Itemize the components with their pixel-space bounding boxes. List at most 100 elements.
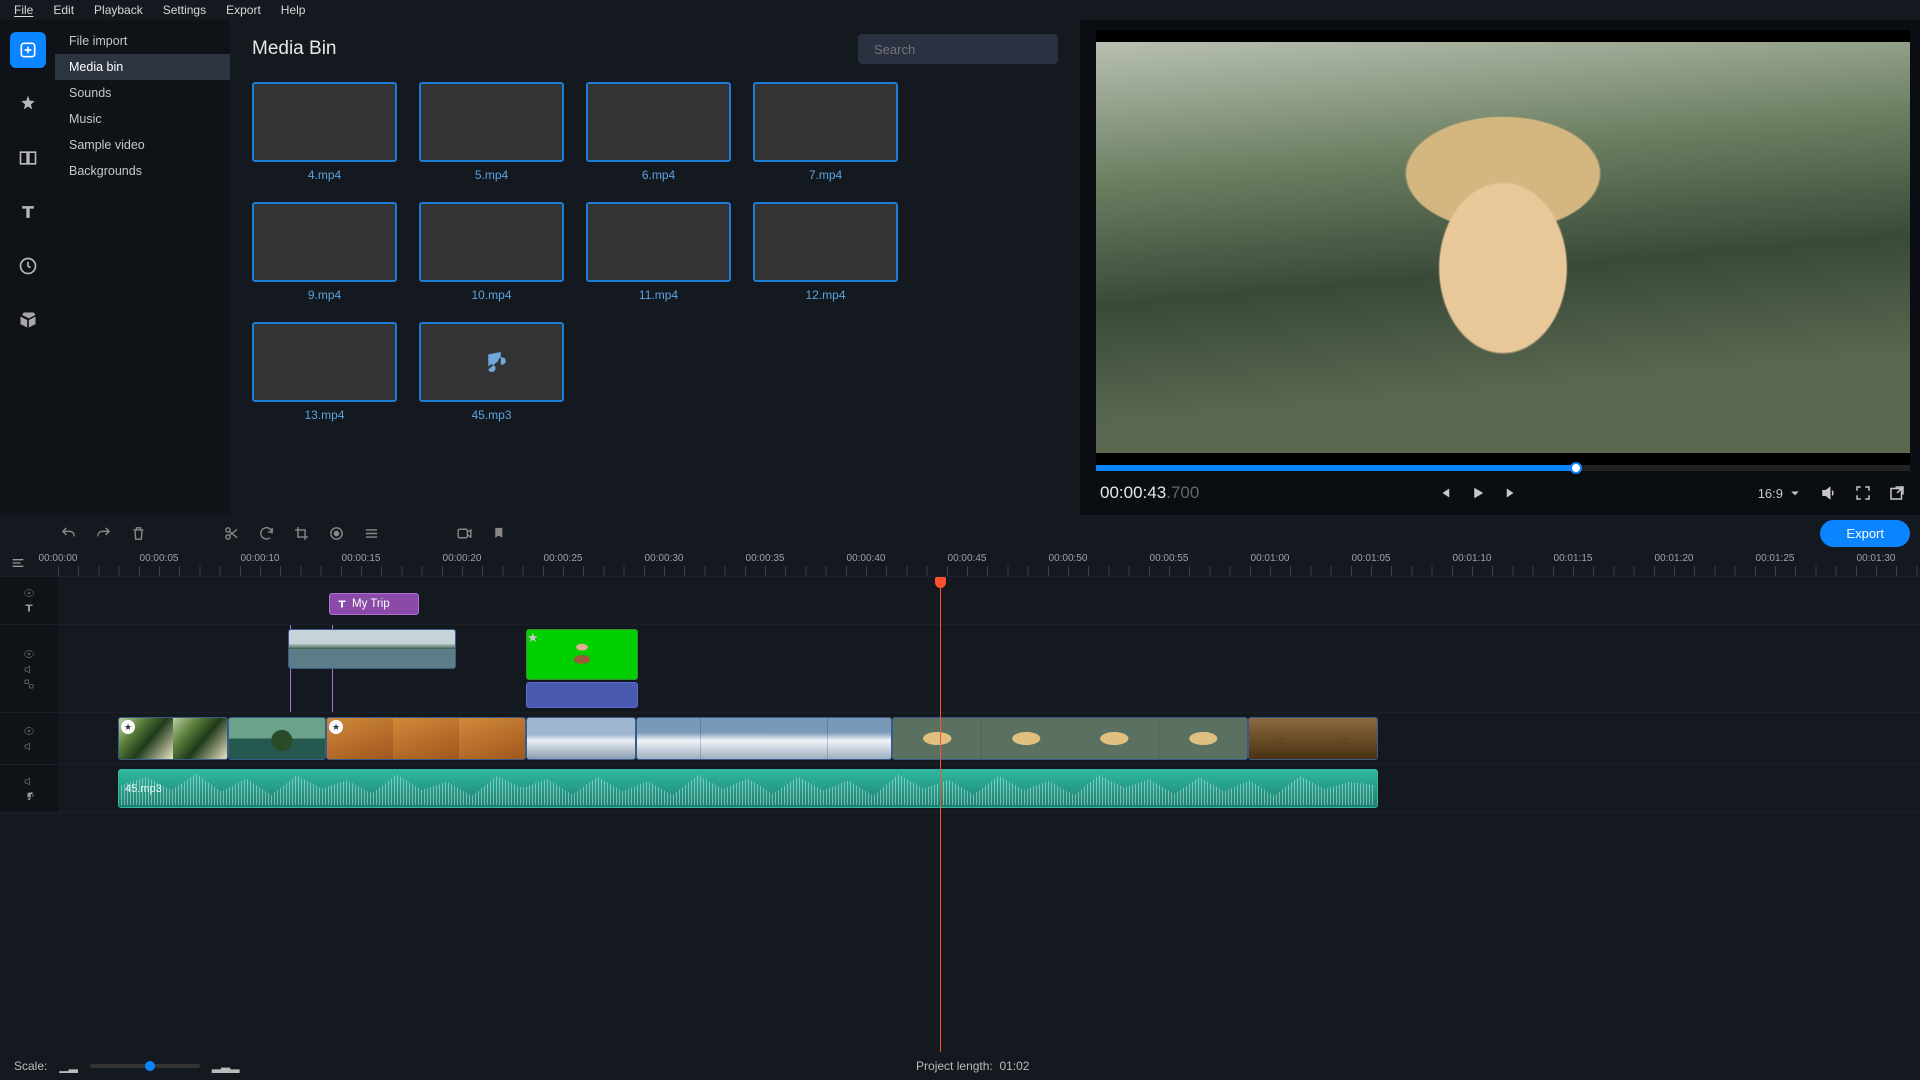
ruler-tick: 00:01:10 [1453, 553, 1492, 564]
timeline-video-clip[interactable] [526, 717, 636, 760]
track-video: ★★ [0, 713, 1920, 765]
timeline-overlay-clip[interactable] [288, 629, 456, 669]
scale-knob[interactable] [145, 1061, 155, 1071]
redo-button[interactable] [95, 525, 112, 542]
scale-label: Scale: [14, 1059, 47, 1073]
aspect-ratio-button[interactable]: 16:9 [1758, 484, 1804, 502]
color-button[interactable] [328, 525, 345, 542]
tool-effects[interactable] [10, 86, 46, 122]
timeline-video-clip[interactable] [228, 717, 326, 760]
tool-titles[interactable] [10, 194, 46, 230]
undo-button[interactable] [60, 525, 77, 542]
menu-edit[interactable]: Edit [43, 1, 84, 19]
export-button[interactable]: Export [1820, 520, 1910, 547]
media-clip[interactable]: 13.mp4 [252, 322, 397, 422]
media-clip[interactable]: 9.mp4 [252, 202, 397, 302]
lane-overlay[interactable]: ★ [58, 625, 1920, 712]
timeline-audio-clip[interactable]: 45.mp3 [118, 769, 1378, 808]
preview-frame [1096, 42, 1910, 453]
scale-slider[interactable] [90, 1064, 200, 1068]
split-button[interactable] [223, 525, 240, 542]
preview-progress-knob[interactable] [1570, 462, 1582, 474]
clip-thumbnail [419, 202, 564, 282]
clip-thumbnail [419, 82, 564, 162]
timeline-video-clip[interactable] [636, 717, 892, 760]
timeline-video-clip[interactable] [1248, 717, 1378, 760]
lane-audio[interactable]: 45.mp3 [58, 765, 1920, 812]
fullscreen-button[interactable] [1854, 484, 1872, 502]
timeline-video-clip[interactable] [892, 717, 1248, 760]
tool-rail [0, 20, 55, 515]
prev-frame-button[interactable] [1435, 484, 1453, 502]
tool-more[interactable] [10, 302, 46, 338]
play-button[interactable] [1469, 484, 1487, 502]
next-frame-button[interactable] [1503, 484, 1521, 502]
category-music[interactable]: Music [55, 106, 230, 132]
rotate-button[interactable] [258, 525, 275, 542]
preview-panel: 00:00:43.700 16:9 [1080, 20, 1920, 515]
delete-button[interactable] [130, 525, 147, 542]
preview-timecode: 00:00:43.700 [1100, 483, 1199, 503]
tool-stickers[interactable] [10, 248, 46, 284]
lane-video[interactable]: ★★ [58, 713, 1920, 764]
media-clip[interactable]: 12.mp4 [753, 202, 898, 302]
media-clip[interactable]: 45.mp3 [419, 322, 564, 422]
ruler-tick: 00:00:30 [645, 553, 684, 564]
search-field[interactable] [858, 34, 1058, 64]
media-clip[interactable]: 5.mp4 [419, 82, 564, 182]
preview-progress[interactable] [1096, 465, 1910, 471]
clip-thumbnail [252, 322, 397, 402]
media-clip[interactable]: 10.mp4 [419, 202, 564, 302]
timeline-overlay-clip[interactable]: ★ [526, 629, 638, 708]
timeline-video-clip[interactable]: ★ [326, 717, 526, 760]
effect-star-icon: ★ [121, 720, 135, 734]
zoom-out-icon[interactable]: ▁▂ [59, 1059, 77, 1073]
properties-button[interactable] [363, 525, 380, 542]
menu-export[interactable]: Export [216, 1, 271, 19]
category-backgrounds[interactable]: Backgrounds [55, 158, 230, 184]
track-head-audio[interactable] [0, 765, 58, 812]
timeline-video-clip[interactable]: ★ [118, 717, 228, 760]
clip-name: 13.mp4 [304, 408, 344, 422]
category-sounds[interactable]: Sounds [55, 80, 230, 106]
record-button[interactable] [456, 525, 473, 542]
ruler-tick: 00:00:00 [39, 553, 78, 564]
effect-star-icon: ★ [329, 720, 343, 734]
marker-button[interactable] [491, 525, 508, 542]
menu-playback[interactable]: Playback [84, 1, 153, 19]
media-grid: 4.mp4 5.mp46.mp4 7.mp4 9.mp410.mp411.mp412.… [252, 82, 1058, 422]
media-clip[interactable]: 6.mp4 [586, 82, 731, 182]
clip-thumbnail [252, 202, 397, 282]
lane-titles[interactable]: My Trip [58, 577, 1920, 624]
menu-bar: FileEditPlaybackSettingsExportHelp [0, 0, 1920, 20]
media-bin: Media Bin 4.mp4 5.mp46.mp4 7.mp4 9.mp410.mp… [230, 20, 1080, 515]
media-clip[interactable]: 4.mp4 [252, 82, 397, 182]
media-bin-title: Media Bin [252, 38, 337, 60]
menu-file[interactable]: File [4, 1, 43, 19]
clip-name: 4.mp4 [308, 168, 341, 182]
track-audio: 45.mp3 [0, 765, 1920, 813]
menu-settings[interactable]: Settings [153, 1, 216, 19]
timeline-ruler[interactable]: 00:00:0000:00:0500:00:1000:00:1500:00:20… [0, 551, 1920, 577]
zoom-in-icon[interactable]: ▂▃▂ [212, 1059, 240, 1073]
media-clip[interactable]: 11.mp4 [586, 202, 731, 302]
preview-canvas[interactable] [1096, 30, 1910, 465]
search-input[interactable] [874, 42, 1050, 57]
category-media-bin[interactable]: Media bin [55, 54, 230, 80]
category-sample-video[interactable]: Sample video [55, 132, 230, 158]
tool-transitions[interactable] [10, 140, 46, 176]
mute-button[interactable] [1820, 484, 1838, 502]
track-head-overlay[interactable] [0, 625, 58, 712]
category-file-import[interactable]: File import [55, 28, 230, 54]
timeline-title-clip[interactable]: My Trip [329, 593, 419, 615]
popout-button[interactable] [1888, 484, 1906, 502]
category-list: File importMedia binSoundsMusicSample vi… [55, 20, 230, 515]
tool-import[interactable] [10, 32, 46, 68]
track-head-titles[interactable] [0, 577, 58, 624]
ruler-options-icon[interactable] [10, 555, 26, 574]
menu-help[interactable]: Help [271, 1, 316, 19]
clip-name: 7.mp4 [809, 168, 842, 182]
track-head-video[interactable] [0, 713, 58, 764]
media-clip[interactable]: 7.mp4 [753, 82, 898, 182]
crop-button[interactable] [293, 525, 310, 542]
